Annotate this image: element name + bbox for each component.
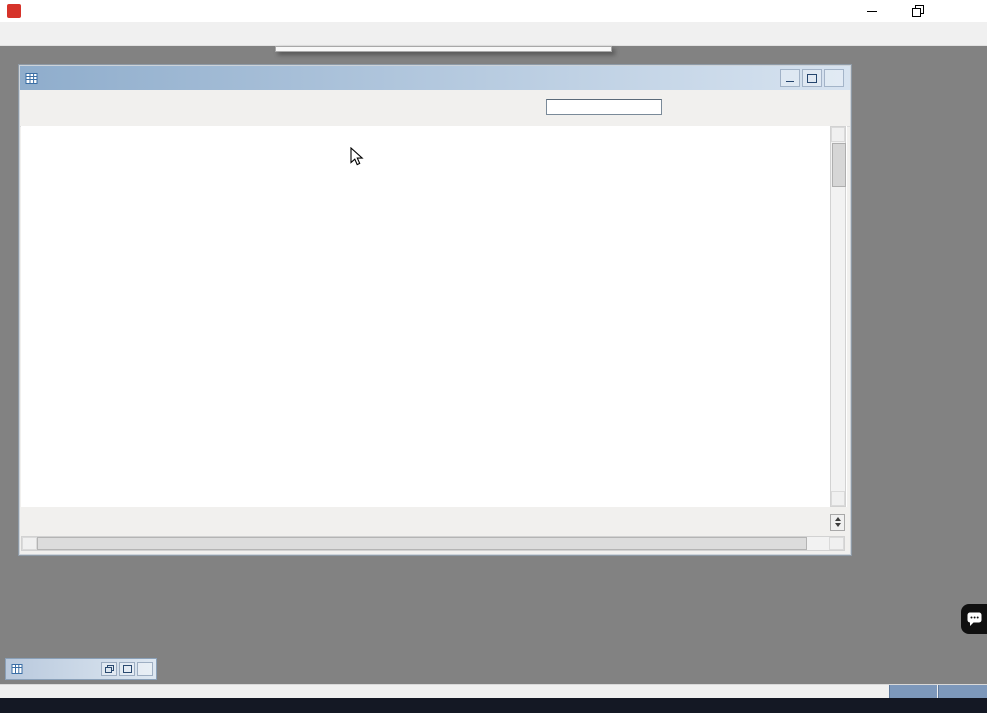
maximize-icon <box>123 665 132 673</box>
restore-icon <box>912 5 924 17</box>
vertical-scrollbar-thumb[interactable] <box>832 143 846 187</box>
scroll-left-button[interactable] <box>22 537 37 550</box>
app-icon <box>7 4 21 18</box>
child-close-button[interactable] <box>824 69 844 87</box>
minimized-window-pago-a-clientes[interactable] <box>5 658 157 680</box>
scroll-up-button[interactable] <box>831 127 845 142</box>
statusbar <box>0 684 987 698</box>
scroll-right-button[interactable] <box>829 537 844 550</box>
mini-maximize-button[interactable] <box>119 662 135 676</box>
scroll-down-button[interactable] <box>831 491 845 506</box>
grid-window-icon <box>25 72 38 85</box>
child-maximize-button[interactable] <box>802 69 822 87</box>
minimize-button[interactable] <box>849 0 895 22</box>
mini-close-button[interactable] <box>137 662 153 676</box>
child-window-pagos-clientes <box>18 64 852 556</box>
grid-area <box>21 126 847 507</box>
minimized-window-controls <box>101 662 153 676</box>
spin-control[interactable] <box>830 514 845 531</box>
toolbar-input[interactable] <box>546 99 662 115</box>
menubar <box>0 22 987 46</box>
statusbar-panel <box>938 685 987 698</box>
mouse-cursor <box>350 147 365 168</box>
minimize-icon <box>786 81 794 82</box>
child-toolbar <box>20 90 850 127</box>
child-window-controls <box>780 69 844 87</box>
minimized-window-icon <box>11 663 24 676</box>
horizontal-scrollbar[interactable] <box>21 536 845 551</box>
horizontal-scrollbar-thumb[interactable] <box>37 537 807 550</box>
consultas-menu-popup <box>275 46 612 52</box>
minimize-icon <box>867 11 877 12</box>
child-window-titlebar[interactable] <box>20 66 850 90</box>
mini-restore-button[interactable] <box>101 662 117 676</box>
recorder-overlay-icon[interactable] <box>961 604 987 634</box>
statusbar-panel <box>889 685 937 698</box>
window-controls <box>849 0 987 22</box>
vertical-scrollbar[interactable] <box>830 126 846 507</box>
restore-button[interactable] <box>895 0 941 22</box>
taskbar <box>0 698 987 713</box>
window-titlebar[interactable] <box>0 0 987 22</box>
restore-icon <box>105 665 114 673</box>
maximize-icon <box>807 74 817 83</box>
child-minimize-button[interactable] <box>780 69 800 87</box>
spin-up-icon <box>835 517 841 521</box>
close-button[interactable] <box>941 0 987 22</box>
spin-down-icon <box>835 523 841 527</box>
